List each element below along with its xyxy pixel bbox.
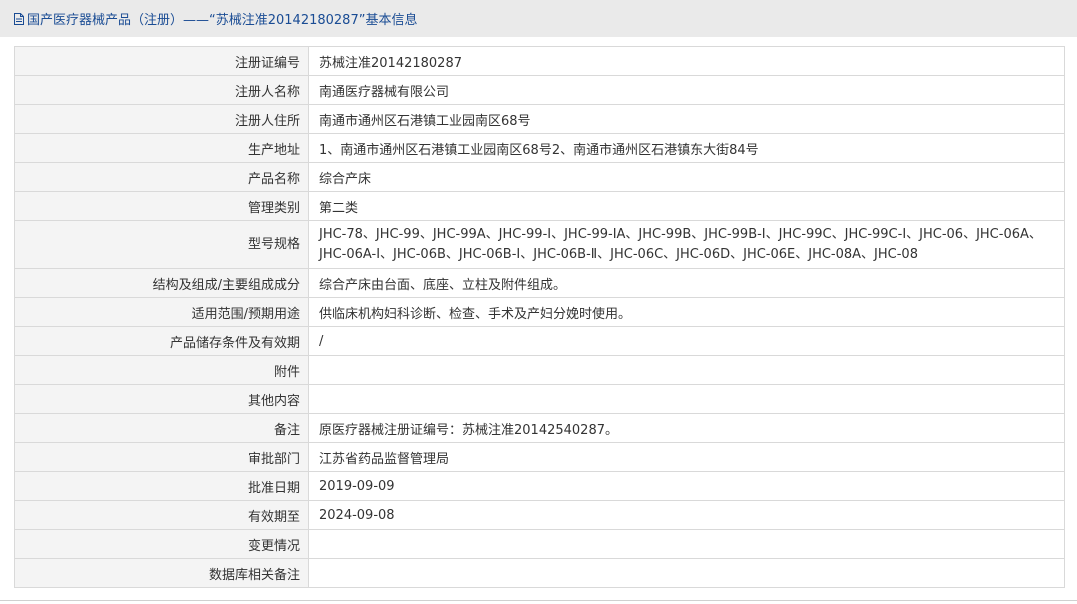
table-row: 数据库相关备注 [14,558,1065,588]
row-label: 型号规格 [14,220,309,269]
detail-table-container: 注册证编号 苏械注准20142180287 注册人名称 南通医疗器械有限公司 注… [14,46,1065,588]
table-row: 管理类别 第二类 [14,191,1065,221]
table-row: 注册人名称 南通医疗器械有限公司 [14,75,1065,105]
table-row: 变更情况 [14,529,1065,559]
row-label: 结构及组成/主要组成成分 [14,268,309,298]
table-row: 注册人住所 南通市通州区石港镇工业园南区68号 [14,104,1065,134]
row-label: 附件 [14,355,309,385]
row-value: 综合产床 [308,162,1065,192]
table-row: 有效期至 2024-09-08 [14,500,1065,530]
bottom-divider [0,600,1077,601]
row-value: 供临床机构妇科诊断、检查、手术及产妇分娩时使用。 [308,297,1065,327]
row-label: 审批部门 [14,442,309,472]
row-label: 产品储存条件及有效期 [14,326,309,356]
row-label: 注册证编号 [14,46,309,76]
row-label: 注册人住所 [14,104,309,134]
row-value: 苏械注准20142180287 [308,46,1065,76]
table-row: 注册证编号 苏械注准20142180287 [14,46,1065,76]
row-value: 南通医疗器械有限公司 [308,75,1065,105]
row-label: 适用范围/预期用途 [14,297,309,327]
table-row: 产品名称 综合产床 [14,162,1065,192]
row-value: 南通市通州区石港镇工业园南区68号 [308,104,1065,134]
row-value: 2024-09-08 [308,500,1065,530]
row-value [308,384,1065,414]
row-value [308,558,1065,588]
row-label: 其他内容 [14,384,309,414]
row-label: 注册人名称 [14,75,309,105]
row-label: 变更情况 [14,529,309,559]
row-value: 原医疗器械注册证编号：苏械注准20142540287。 [308,413,1065,443]
row-value: / [308,326,1065,356]
row-label: 备注 [14,413,309,443]
table-row: 生产地址 1、南通市通州区石港镇工业园南区68号2、南通市通州区石港镇东大街84… [14,133,1065,163]
row-value: 综合产床由台面、底座、立柱及附件组成。 [308,268,1065,298]
row-value [308,529,1065,559]
row-value: JHC-78、JHC-99、JHC-99A、JHC-99-Ⅰ、JHC-99-ⅠA… [308,220,1065,269]
table-row: 结构及组成/主要组成成分 综合产床由台面、底座、立柱及附件组成。 [14,268,1065,298]
row-label: 产品名称 [14,162,309,192]
row-value [308,355,1065,385]
row-value: 1、南通市通州区石港镇工业园南区68号2、南通市通州区石港镇东大街84号 [308,133,1065,163]
row-label: 批准日期 [14,471,309,501]
table-row: 产品储存条件及有效期 / [14,326,1065,356]
row-label: 数据库相关备注 [14,558,309,588]
table-row: 备注 原医疗器械注册证编号：苏械注准20142540287。 [14,413,1065,443]
row-label: 有效期至 [14,500,309,530]
detail-table: 注册证编号 苏械注准20142180287 注册人名称 南通医疗器械有限公司 注… [14,46,1065,588]
table-row: 适用范围/预期用途 供临床机构妇科诊断、检查、手术及产妇分娩时使用。 [14,297,1065,327]
table-row: 型号规格 JHC-78、JHC-99、JHC-99A、JHC-99-Ⅰ、JHC-… [14,220,1065,269]
document-icon [14,12,24,25]
table-row: 其他内容 [14,384,1065,414]
page-title-bar: 国产医疗器械产品（注册）——“苏械注准20142180287”基本信息 [0,0,1077,37]
row-label: 生产地址 [14,133,309,163]
table-row: 审批部门 江苏省药品监督管理局 [14,442,1065,472]
row-value: 第二类 [308,191,1065,221]
table-row: 附件 [14,355,1065,385]
row-label: 管理类别 [14,191,309,221]
page-title: 国产医疗器械产品（注册）——“苏械注准20142180287”基本信息 [27,13,418,28]
row-value: 江苏省药品监督管理局 [308,442,1065,472]
row-value: 2019-09-09 [308,471,1065,501]
table-row: 批准日期 2019-09-09 [14,471,1065,501]
